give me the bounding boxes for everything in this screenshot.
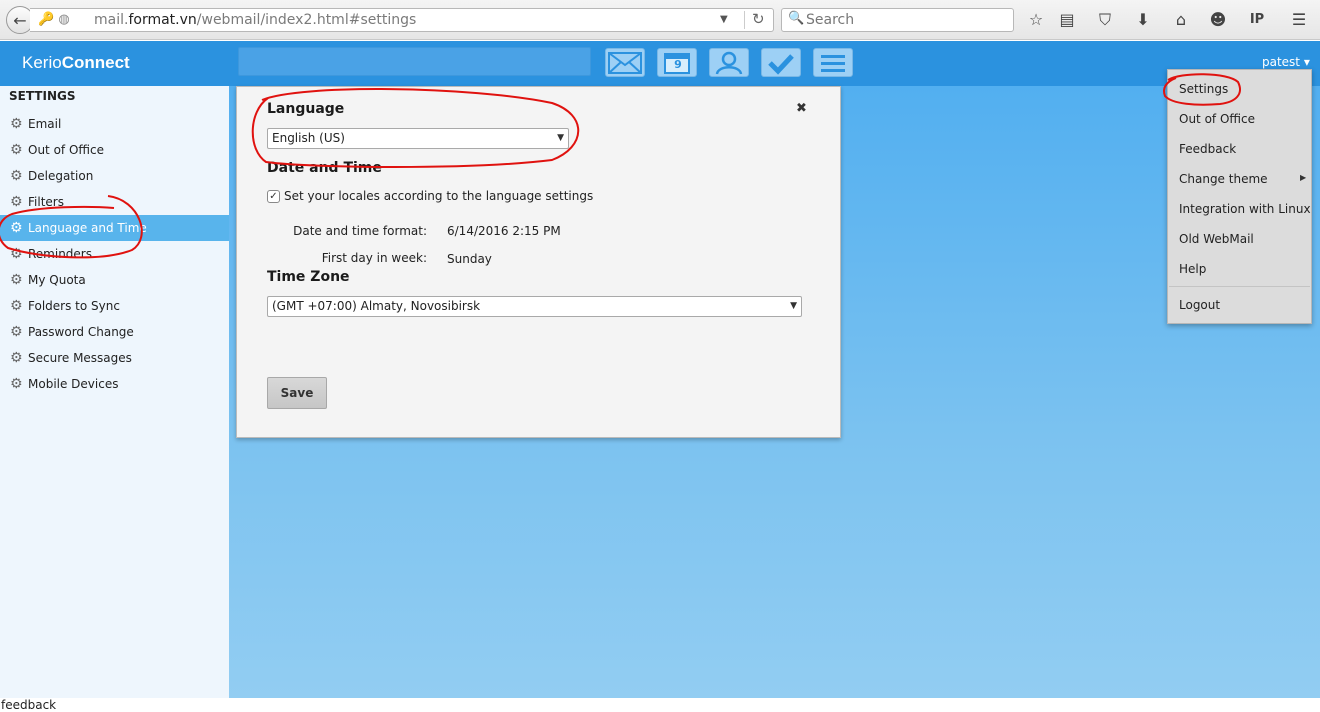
- date-time-format-label: Date and time format:: [293, 224, 427, 238]
- sidebar-title: SETTINGS: [9, 89, 76, 103]
- menu-item-out-of-office[interactable]: Out of Office: [1179, 112, 1255, 126]
- submenu-arrow-icon: ▶: [1300, 173, 1307, 182]
- sidebar-item-label: Delegation: [28, 169, 94, 183]
- menu-item-help[interactable]: Help: [1179, 262, 1206, 276]
- sidebar-item-label: Email: [28, 117, 62, 131]
- sidebar-item-label: Language and Time: [28, 221, 147, 235]
- language-and-time-panel: Language ✖ English (US) ▼ Date and Time …: [236, 86, 841, 438]
- mail-icon: [608, 51, 642, 74]
- sidebar-item-label: Mobile Devices: [28, 377, 119, 391]
- contact-person-icon: [715, 51, 743, 74]
- downloads-icon[interactable]: ⬇: [1132, 9, 1154, 31]
- time-zone-heading: Time Zone: [267, 269, 350, 285]
- chevron-down-icon: ▼: [790, 301, 797, 311]
- menu-item-old-webmail[interactable]: Old WebMail: [1179, 232, 1254, 246]
- reload-icon[interactable]: ↻: [752, 10, 765, 28]
- gear-icon: ⚙: [10, 142, 23, 158]
- chat-icon[interactable]: ☻: [1207, 9, 1229, 31]
- app-header: KerioConnect 9 patest ▾: [0, 41, 1320, 86]
- close-icon[interactable]: ✖: [796, 101, 807, 116]
- sidebar-item-label: Out of Office: [28, 143, 104, 157]
- sidebar-item-label: Secure Messages: [28, 351, 132, 365]
- bookmark-star-icon[interactable]: ☆: [1025, 9, 1047, 31]
- sidebar-item-filters[interactable]: ⚙ Filters: [0, 189, 229, 215]
- settings-sidebar: SETTINGS ⚙ Email ⚙ Out of Office ⚙ Delegati…: [0, 86, 229, 698]
- sidebar-item-label: Folders to Sync: [28, 299, 120, 313]
- menu-item-logout[interactable]: Logout: [1179, 298, 1220, 312]
- gear-icon: ⚙: [10, 116, 23, 132]
- menu-item-change-theme[interactable]: Change theme: [1179, 172, 1268, 186]
- kerio-connect-logo: KerioConnect: [22, 53, 130, 72]
- sidebar-item-label: Password Change: [28, 325, 134, 339]
- tasks-button[interactable]: [761, 48, 801, 77]
- gear-icon: ⚙: [10, 246, 23, 262]
- sidebar-item-secure-messages[interactable]: ⚙ Secure Messages: [0, 345, 229, 371]
- browser-menu-icon[interactable]: ☰: [1288, 9, 1310, 31]
- sidebar-item-my-quota[interactable]: ⚙ My Quota: [0, 267, 229, 293]
- sidebar-item-language-and-time[interactable]: ⚙ Language and Time: [0, 215, 229, 241]
- search-icon: 🔍: [788, 11, 805, 26]
- menu-divider: [1169, 286, 1310, 287]
- sidebar-item-out-of-office[interactable]: ⚙ Out of Office: [0, 137, 229, 163]
- sidebar-item-label: My Quota: [28, 273, 86, 287]
- user-menu[interactable]: patest ▾: [1262, 55, 1310, 69]
- date-and-time-heading: Date and Time: [267, 160, 382, 176]
- first-day-value[interactable]: Sunday: [447, 252, 492, 266]
- gear-icon: ⚙: [10, 194, 23, 210]
- gear-icon: ⚙: [10, 376, 23, 392]
- browser-search-input[interactable]: 🔍 Search: [781, 8, 1014, 32]
- gear-icon: ⚙: [10, 298, 23, 314]
- checkmark-icon: [768, 53, 794, 75]
- search-placeholder: Search: [806, 12, 855, 28]
- contacts-button[interactable]: [709, 48, 749, 77]
- ip-addon-icon[interactable]: IP: [1246, 9, 1268, 31]
- locale-checkbox-label: Set your locales according to the langua…: [284, 189, 594, 203]
- sidebar-item-password-change[interactable]: ⚙ Password Change: [0, 319, 229, 345]
- url-history-dropdown-icon[interactable]: ▼: [720, 14, 728, 25]
- sidebar-item-label: Filters: [28, 195, 64, 209]
- notes-button[interactable]: [813, 48, 853, 77]
- url-text: mail.format.vn/webmail/index2.html#setti…: [94, 12, 417, 28]
- time-zone-select[interactable]: (GMT +07:00) Almaty, Novosibirsk ▼: [267, 296, 802, 317]
- sidebar-item-label: Reminders: [28, 247, 92, 261]
- browser-toolbar: ← 🔑 ◍ mail.format.vn/webmail/index2.html…: [0, 0, 1320, 40]
- gear-icon: ⚙: [10, 272, 23, 288]
- calendar-day: 9: [674, 58, 682, 71]
- app-search-input[interactable]: [238, 47, 591, 76]
- language-heading: Language: [267, 101, 345, 117]
- address-bar[interactable]: 🔑 ◍ mail.format.vn/webmail/index2.html#s…: [30, 8, 774, 32]
- status-bar: feedback: [0, 698, 1320, 712]
- sidebar-item-mobile-devices[interactable]: ⚙ Mobile Devices: [0, 371, 229, 397]
- save-button[interactable]: Save: [267, 377, 327, 409]
- chevron-down-icon: ▼: [557, 133, 564, 143]
- home-icon[interactable]: ⌂: [1170, 9, 1192, 31]
- menu-item-integration-with-linux[interactable]: Integration with Linux: [1179, 202, 1311, 216]
- date-time-format-value[interactable]: 6/14/2016 2:15 PM: [447, 224, 561, 238]
- language-select[interactable]: English (US) ▼: [267, 128, 569, 149]
- list-lines-icon: [821, 54, 845, 72]
- calendar-button[interactable]: 9: [657, 48, 697, 77]
- divider: [744, 11, 745, 29]
- gear-icon: ⚙: [10, 168, 23, 184]
- gear-icon: ⚙: [10, 350, 23, 366]
- sidebar-item-email[interactable]: ⚙ Email: [0, 111, 229, 137]
- first-day-label: First day in week:: [321, 251, 427, 265]
- sidebar-item-folders-to-sync[interactable]: ⚙ Folders to Sync: [0, 293, 229, 319]
- reading-list-icon[interactable]: ▤: [1056, 9, 1078, 31]
- user-dropdown-menu: Settings Out of Office Feedback Change t…: [1167, 69, 1312, 324]
- sidebar-item-reminders[interactable]: ⚙ Reminders: [0, 241, 229, 267]
- mail-button[interactable]: [605, 48, 645, 77]
- language-selected-value: English (US): [272, 131, 345, 145]
- menu-item-feedback[interactable]: Feedback: [1179, 142, 1236, 156]
- site-identity-icon[interactable]: 🔑 ◍: [38, 12, 70, 27]
- locale-checkbox[interactable]: ✓: [267, 190, 280, 203]
- sidebar-item-delegation[interactable]: ⚙ Delegation: [0, 163, 229, 189]
- status-text: feedback: [1, 698, 57, 712]
- menu-item-settings[interactable]: Settings: [1179, 82, 1228, 96]
- time-zone-selected-value: (GMT +07:00) Almaty, Novosibirsk: [272, 299, 481, 313]
- gear-icon: ⚙: [10, 220, 23, 236]
- gear-icon: ⚙: [10, 324, 23, 340]
- pocket-icon[interactable]: ⛉: [1094, 9, 1116, 31]
